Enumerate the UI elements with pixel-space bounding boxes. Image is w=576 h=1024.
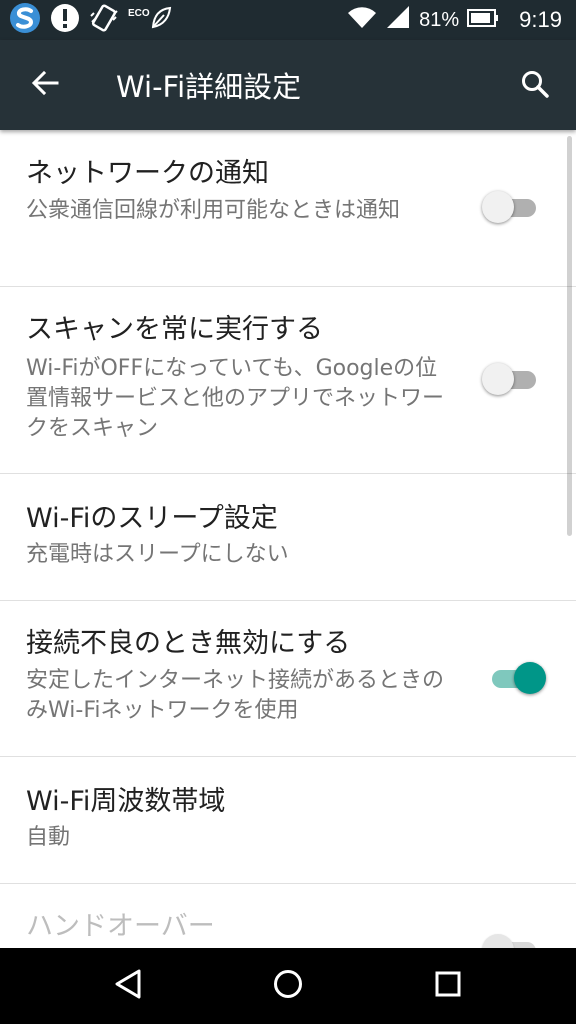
search-button[interactable] — [512, 64, 558, 108]
setting-subtitle: 充電時はスリープにしない — [26, 542, 289, 567]
page-title: Wi-Fi詳細設定 — [116, 70, 302, 104]
status-bar: ECO 81% 9:19 — [0, 0, 576, 40]
notification-icons: ECO — [8, 2, 172, 38]
setting-title: スキャンを常に実行する — [26, 314, 323, 345]
network-notification-toggle[interactable] — [482, 187, 546, 227]
toggle-thumb — [514, 662, 546, 694]
setting-subtitle: 安定したインターネット接続があるときのみWi-Fiネットワークを使用 — [26, 668, 445, 723]
setting-subtitle: 自動 — [26, 825, 71, 850]
nav-recents-button[interactable] — [416, 962, 480, 1010]
handover-toggle[interactable] — [482, 930, 546, 948]
wifi-icon — [347, 6, 377, 34]
cell-signal-icon — [385, 6, 411, 34]
setting-wifi-frequency-band[interactable]: Wi-Fi周波数帯域 自動 — [0, 756, 576, 884]
setting-avoid-poor-connection[interactable]: 接続不良のとき無効にする 安定したインターネット接続があるときのみWi-Fiネッ… — [0, 600, 576, 757]
setting-always-scan[interactable]: スキャンを常に実行する Wi-FiがOFFになっていても、Googleの位置情報… — [0, 286, 576, 474]
toggle-thumb — [482, 934, 514, 948]
setting-network-notification[interactable]: ネットワークの通知 公衆通信回線が利用可能なときは通知 — [0, 130, 576, 287]
system-status-icons: 81% 9:19 — [347, 4, 562, 36]
eco-leaf-icon — [150, 5, 172, 35]
setting-wifi-sleep[interactable]: Wi-Fiのスリープ設定 充電時はスリープにしない — [0, 473, 576, 601]
battery-percent: 81% — [419, 8, 460, 31]
nav-home-button[interactable] — [256, 962, 320, 1010]
setting-title: 接続不良のとき無効にする — [26, 628, 351, 659]
toggle-thumb — [482, 363, 514, 395]
nav-back-button[interactable] — [96, 962, 160, 1010]
search-icon — [520, 69, 550, 103]
alert-icon — [50, 3, 80, 37]
avoid-poor-connection-toggle[interactable] — [482, 658, 546, 698]
setting-title: ネットワークの通知 — [26, 158, 269, 189]
eco-label: ECO — [128, 7, 150, 19]
recents-square-icon — [433, 969, 463, 1003]
back-triangle-icon — [113, 968, 143, 1004]
toggle-thumb — [482, 191, 514, 223]
setting-handover[interactable]: ハンドオーバー — [0, 883, 576, 948]
setting-subtitle: 公衆通信回線が利用可能なときは通知 — [26, 198, 401, 223]
battery-icon — [467, 8, 499, 32]
setting-subtitle: Wi-FiがOFFになっていても、Googleの位置情報サービスと他のアプリでネ… — [26, 356, 445, 441]
setting-title: Wi-Fiのスリープ設定 — [26, 503, 278, 534]
app-bar: Wi-Fi詳細設定 — [0, 40, 576, 130]
home-circle-icon — [272, 968, 304, 1004]
scrollbar[interactable] — [567, 136, 572, 536]
navigation-bar — [0, 948, 576, 1024]
always-scan-toggle[interactable] — [482, 359, 546, 399]
setting-title: ハンドオーバー — [26, 911, 215, 942]
arrow-back-icon — [31, 69, 59, 101]
back-button[interactable] — [22, 65, 68, 105]
vibrate-icon — [88, 2, 120, 38]
setting-title: Wi-Fi周波数帯域 — [26, 786, 226, 817]
settings-list[interactable]: ネットワークの通知 公衆通信回線が利用可能なときは通知 スキャンを常に実行する … — [0, 130, 576, 948]
clock: 9:19 — [519, 7, 562, 32]
s-app-icon — [8, 2, 42, 38]
